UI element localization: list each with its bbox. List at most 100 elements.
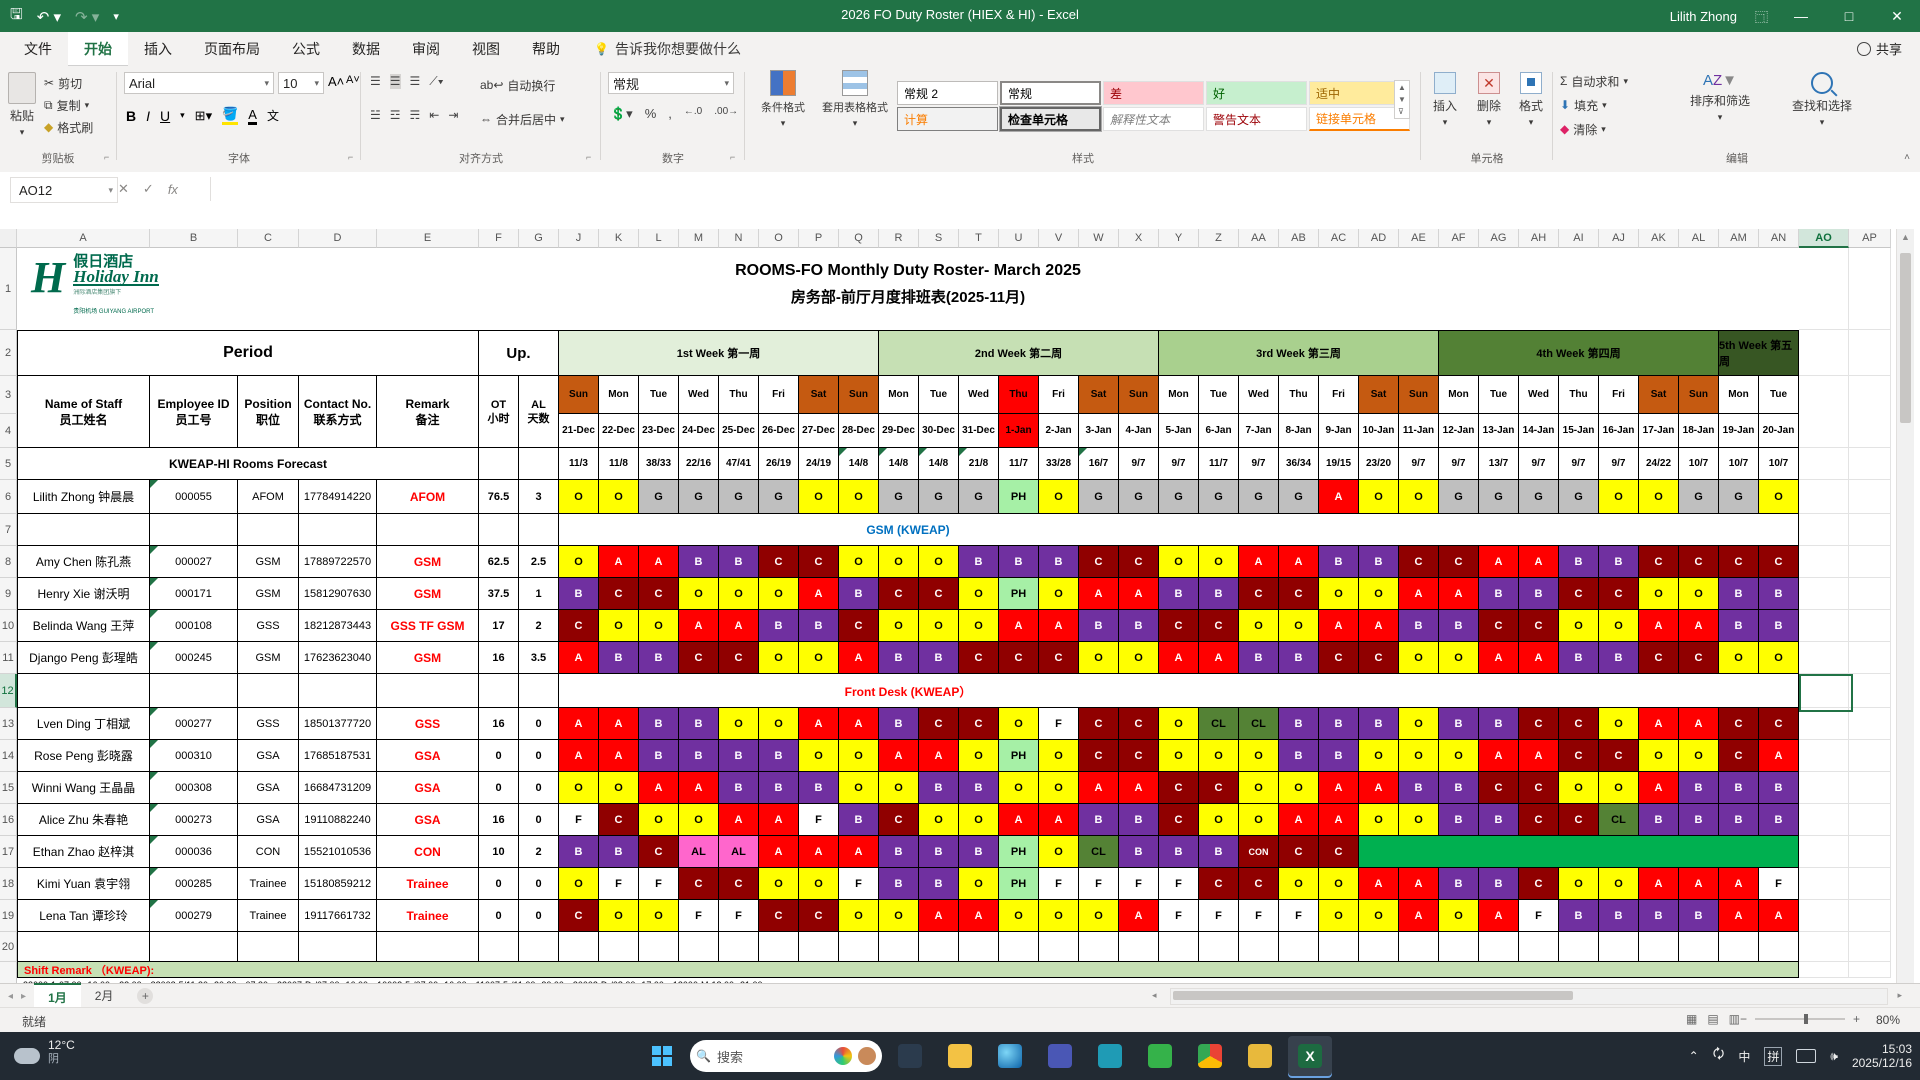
shift-cell[interactable]: F	[839, 868, 879, 900]
shift-cell[interactable]: F	[1079, 868, 1119, 900]
close-button[interactable]: ✕	[1882, 8, 1912, 25]
shift-cell[interactable]: B	[919, 868, 959, 900]
cell-style-1[interactable]: 常规 2	[897, 81, 998, 105]
cell-AO[interactable]	[1799, 610, 1849, 642]
shift-cell[interactable]: O	[599, 610, 639, 642]
shift-cell[interactable]: F	[1039, 708, 1079, 740]
shift-cell[interactable]: C	[1519, 610, 1559, 642]
shift-cell[interactable]: G	[1719, 480, 1759, 514]
shift-cell[interactable]: C	[1159, 610, 1199, 642]
cell-style-7[interactable]: 检查单元格	[999, 106, 1102, 132]
shift-cell[interactable]: G	[1439, 480, 1479, 514]
row-header-7[interactable]: 7	[0, 514, 17, 546]
empty-cell[interactable]	[1199, 932, 1239, 962]
cell-AO[interactable]	[1799, 932, 1849, 962]
volume-icon[interactable]: 🕪	[1830, 1049, 1838, 1064]
shift-cell[interactable]: A	[599, 740, 639, 772]
shift-cell[interactable]: O	[1359, 900, 1399, 932]
shift-cell[interactable]: B	[559, 836, 599, 868]
cell-AP[interactable]	[1849, 610, 1891, 642]
shift-cell[interactable]: O	[1279, 772, 1319, 804]
shift-cell[interactable]: C	[1519, 708, 1559, 740]
staff-contact[interactable]: 15812907630	[299, 578, 377, 610]
shift-cell[interactable]: CL	[1239, 708, 1279, 740]
shift-cell[interactable]: F	[1039, 868, 1079, 900]
section-left-0[interactable]	[17, 674, 150, 708]
section-left-5[interactable]	[479, 674, 519, 708]
staff-contact[interactable]: 18501377720	[299, 708, 377, 740]
date-header-2[interactable]: 23-Dec	[639, 414, 679, 448]
col-header-C[interactable]: C	[238, 229, 299, 248]
shift-cell[interactable]: O	[1679, 740, 1719, 772]
shift-remark-band[interactable]: Shift Remark （KWEAP):	[17, 962, 1799, 978]
shift-cell[interactable]: B	[1759, 772, 1799, 804]
date-header-15[interactable]: 5-Jan	[1159, 414, 1199, 448]
font-name-select[interactable]: Arial ▾	[124, 72, 274, 94]
shift-cell[interactable]: B	[1359, 708, 1399, 740]
empty-cell[interactable]	[479, 932, 519, 962]
shift-cell[interactable]: PH	[999, 836, 1039, 868]
staff-contact[interactable]: 15521010536	[299, 836, 377, 868]
cell-style-3[interactable]: 差	[1103, 81, 1204, 105]
shift-cell[interactable]: A	[1719, 868, 1759, 900]
shift-cell[interactable]: O	[1039, 900, 1079, 932]
shift-cell[interactable]: B	[1119, 804, 1159, 836]
vertical-scrollbar[interactable]: ▲	[1896, 229, 1914, 983]
staff-remark[interactable]: CON	[377, 836, 479, 868]
shift-cell[interactable]: O	[839, 900, 879, 932]
date-header-20[interactable]: 10-Jan	[1359, 414, 1399, 448]
shift-cell[interactable]: B	[1439, 868, 1479, 900]
shift-cell[interactable]: O	[1079, 900, 1119, 932]
shift-cell[interactable]: A	[1359, 868, 1399, 900]
staff-remark[interactable]: AFOM	[377, 480, 479, 514]
grow-font-button[interactable]: A˄	[328, 74, 344, 89]
forecast-8[interactable]: 14/8	[879, 448, 919, 480]
staff-position[interactable]: GSS	[238, 708, 299, 740]
empty-cell[interactable]	[1679, 932, 1719, 962]
day-header-15[interactable]: Mon	[1159, 376, 1199, 414]
shift-cell[interactable]: B	[1599, 900, 1639, 932]
shift-cell[interactable]: G	[959, 480, 999, 514]
shift-cell[interactable]: C	[1239, 868, 1279, 900]
row-header-15[interactable]: 15	[0, 772, 17, 804]
shift-cell[interactable]: C	[1679, 546, 1719, 578]
staff-remark[interactable]: GSM	[377, 578, 479, 610]
staff-contact[interactable]: 19117661732	[299, 900, 377, 932]
shift-cell[interactable]: O	[1239, 610, 1279, 642]
increase-decimal-icon[interactable]: ←.0	[684, 106, 702, 122]
shift-cell[interactable]: F	[1279, 900, 1319, 932]
section-left-4[interactable]	[377, 514, 479, 546]
alignment-dialog-launcher-icon[interactable]: ⌐	[586, 152, 591, 162]
day-header-3[interactable]: Wed	[679, 376, 719, 414]
day-header-9[interactable]: Tue	[919, 376, 959, 414]
empty-cell[interactable]	[1719, 932, 1759, 962]
shift-cell[interactable]: C	[959, 708, 999, 740]
staff-remark[interactable]: GSS TF GSM	[377, 610, 479, 642]
normal-view-icon[interactable]: ▦	[1686, 1012, 1697, 1026]
forecast-19[interactable]: 19/15	[1319, 448, 1359, 480]
shift-cell[interactable]: A	[999, 804, 1039, 836]
staff-al[interactable]: 3	[519, 480, 559, 514]
staff-remark[interactable]: GSM	[377, 546, 479, 578]
date-header-3[interactable]: 24-Dec	[679, 414, 719, 448]
shift-cell[interactable]: C	[1519, 868, 1559, 900]
staff-remark[interactable]: Trainee	[377, 868, 479, 900]
shift-cell[interactable]: A	[1759, 900, 1799, 932]
forecast-18[interactable]: 36/34	[1279, 448, 1319, 480]
shift-cell[interactable]: A	[1479, 900, 1519, 932]
staff-name[interactable]: Ethan Zhao 赵梓淇	[17, 836, 150, 868]
forecast-23[interactable]: 13/7	[1479, 448, 1519, 480]
staff-name[interactable]: Alice Zhu 朱春艳	[17, 804, 150, 836]
shift-cell[interactable]: O	[1359, 480, 1399, 514]
shift-cell[interactable]: C	[639, 836, 679, 868]
font-size-select[interactable]: 10 ▾	[278, 72, 324, 94]
shift-cell[interactable]: B	[919, 772, 959, 804]
section-left-5[interactable]	[479, 514, 519, 546]
shift-cell[interactable]: O	[959, 740, 999, 772]
shift-cell[interactable]: A	[1199, 642, 1239, 674]
shift-cell[interactable]: C	[719, 642, 759, 674]
shift-cell[interactable]: O	[839, 480, 879, 514]
ribbon-tab-帮助[interactable]: 帮助	[516, 32, 576, 66]
section-left-2[interactable]	[238, 514, 299, 546]
cell-AO[interactable]	[1799, 674, 1849, 708]
